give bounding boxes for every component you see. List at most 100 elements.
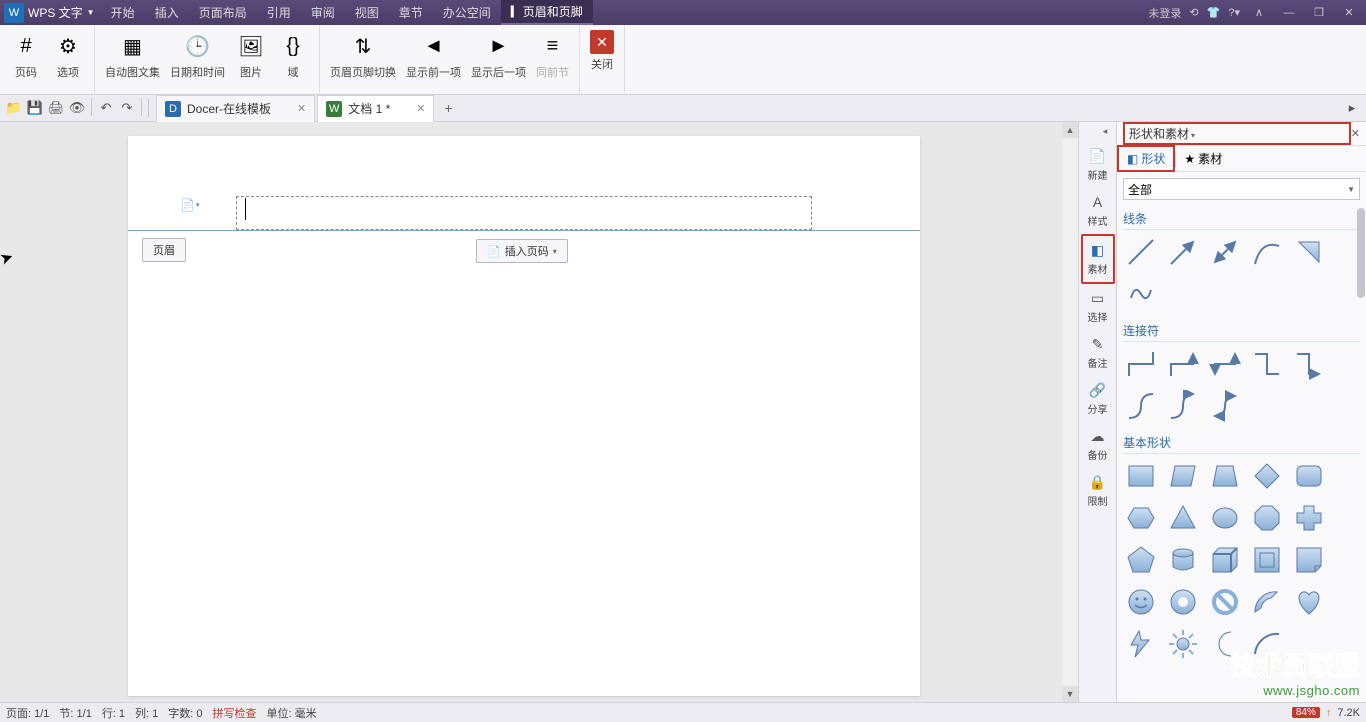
scrollbar-thumb[interactable] <box>1357 208 1365 298</box>
shape-pentagon[interactable] <box>1123 542 1159 578</box>
help-dropdown[interactable]: ?▾ <box>1228 6 1240 19</box>
menu-item-8[interactable]: ▎页眉和页脚 <box>501 0 593 25</box>
skin-icon[interactable]: 👕 <box>1207 6 1221 19</box>
menu-item-0[interactable]: 开始 <box>101 0 145 25</box>
tab-options-icon[interactable]: ▸ <box>1342 98 1362 118</box>
shape-scribble[interactable] <box>1123 276 1159 312</box>
ribbon-显示前一项[interactable]: ◄显示前一项 <box>402 28 465 82</box>
shape-folded[interactable] <box>1291 542 1327 578</box>
status-spellcheck[interactable]: 拼写检查 <box>213 705 257 721</box>
menu-item-1[interactable]: 插入 <box>145 0 189 25</box>
ribbon-页码[interactable]: #页码 <box>6 28 46 82</box>
status-word-count[interactable]: 字数: 0 <box>168 705 202 721</box>
shape-curved-double[interactable] <box>1207 388 1243 424</box>
rail-新建[interactable]: 📄新建 <box>1081 142 1115 188</box>
insert-page-number-button[interactable]: 📄插入页码 <box>476 239 568 263</box>
shape-elbow[interactable] <box>1123 346 1159 382</box>
login-status[interactable]: 未登录 <box>1148 5 1181 21</box>
shapes-tab-素材[interactable]: ★素材 <box>1176 147 1230 170</box>
shape-lightning[interactable] <box>1123 626 1159 662</box>
shapes-scrollbar[interactable] <box>1356 206 1366 702</box>
qa-button-5[interactable]: ↷ <box>117 98 137 118</box>
tab-close-icon[interactable]: ✕ <box>297 102 306 115</box>
shapes-tab-形状[interactable]: ◧形状 <box>1117 145 1175 172</box>
doc-tab-0[interactable]: DDocer-在线模板✕ <box>156 95 315 122</box>
zoom-percent[interactable]: 84% <box>1292 707 1320 718</box>
shape-elbow-arrow[interactable] <box>1165 346 1201 382</box>
header-options-icon[interactable]: 📄▾ <box>180 196 204 214</box>
shape-bevel[interactable] <box>1249 542 1285 578</box>
shape-elbow2-arrow[interactable] <box>1291 346 1327 382</box>
shape-heart[interactable] <box>1291 584 1327 620</box>
qa-button-4[interactable]: ↶ <box>96 98 116 118</box>
shape-cylinder[interactable] <box>1165 542 1201 578</box>
rail-限制[interactable]: 🔒限制 <box>1081 468 1115 514</box>
menu-item-2[interactable]: 页面布局 <box>189 0 257 25</box>
ribbon-选项[interactable]: ⚙选项 <box>48 28 88 82</box>
minimize-button[interactable]: ∧ <box>1248 6 1270 19</box>
vertical-scrollbar[interactable]: ▲ ▼ <box>1062 122 1078 702</box>
ribbon-域[interactable]: {}域 <box>273 28 313 82</box>
shape-round-rect[interactable] <box>1291 458 1327 494</box>
shape-cube[interactable] <box>1207 542 1243 578</box>
shape-smiley[interactable] <box>1123 584 1159 620</box>
shape-curved-arrow[interactable] <box>1165 388 1201 424</box>
shapes-panel-close-icon[interactable]: ✕ <box>1351 127 1360 140</box>
shape-rect[interactable] <box>1123 458 1159 494</box>
shape-arc-shape[interactable] <box>1249 584 1285 620</box>
shape-oval[interactable] <box>1207 500 1243 536</box>
qa-button-2[interactable]: 🖨 <box>46 98 66 118</box>
shape-hexagon[interactable] <box>1123 500 1159 536</box>
shape-trapezoid[interactable] <box>1207 458 1243 494</box>
rail-素材[interactable]: ◧素材 <box>1081 234 1115 284</box>
menu-item-6[interactable]: 章节 <box>389 0 433 25</box>
restore-down-button[interactable]: — <box>1278 7 1300 19</box>
app-menu-dropdown-icon[interactable]: ▼ <box>87 8 101 17</box>
sync-icon[interactable]: ⟲ <box>1189 6 1198 19</box>
shape-curved[interactable] <box>1123 388 1159 424</box>
shape-cross[interactable] <box>1291 500 1327 536</box>
scroll-down-icon[interactable]: ▼ <box>1062 686 1078 702</box>
ribbon-关闭[interactable]: ✕关闭 <box>586 28 618 74</box>
qa-button-0[interactable]: 📁 <box>4 98 24 118</box>
shape-no-symbol[interactable] <box>1207 584 1243 620</box>
shape-parallelogram[interactable] <box>1165 458 1201 494</box>
rail-备注[interactable]: ✎备注 <box>1081 330 1115 376</box>
shape-curve[interactable] <box>1249 234 1285 270</box>
header-region-label[interactable]: 页眉 <box>142 238 186 262</box>
new-tab-button[interactable]: + <box>436 100 460 116</box>
shape-diamond[interactable] <box>1249 458 1285 494</box>
scroll-up-icon[interactable]: ▲ <box>1062 122 1078 138</box>
menu-item-5[interactable]: 视图 <box>345 0 389 25</box>
shape-elbow-double[interactable] <box>1207 346 1243 382</box>
close-window-button[interactable]: ✕ <box>1338 6 1360 19</box>
doc-tab-1[interactable]: W文档 1 *✕ <box>317 95 434 122</box>
shape-triangle[interactable] <box>1165 500 1201 536</box>
ribbon-图片[interactable]: 🖼图片 <box>231 28 271 82</box>
header-edit-region[interactable] <box>236 196 812 230</box>
shape-arc[interactable] <box>1249 626 1285 662</box>
maximize-button[interactable]: ❐ <box>1308 6 1330 19</box>
ribbon-日期和时间[interactable]: 🕒日期和时间 <box>166 28 229 82</box>
ribbon-自动图文集[interactable]: ▦自动图文集 <box>101 28 164 82</box>
shape-donut[interactable] <box>1165 584 1201 620</box>
rail-样式[interactable]: A样式 <box>1081 188 1115 234</box>
qa-button-1[interactable]: 💾 <box>25 98 45 118</box>
menu-item-4[interactable]: 审阅 <box>301 0 345 25</box>
ribbon-页眉页脚切换[interactable]: ⇅页眉页脚切换 <box>326 28 400 82</box>
shape-line[interactable] <box>1123 234 1159 270</box>
shape-arrow[interactable] <box>1165 234 1201 270</box>
ribbon-显示后一项[interactable]: ►显示后一项 <box>467 28 530 82</box>
document-page[interactable]: 📄▾ 页眉 📄插入页码 <box>128 136 920 696</box>
rail-备份[interactable]: ☁备份 <box>1081 422 1115 468</box>
shape-octagon[interactable] <box>1249 500 1285 536</box>
shape-double-arrow[interactable] <box>1207 234 1243 270</box>
menu-item-3[interactable]: 引用 <box>257 0 301 25</box>
status-unit[interactable]: 单位: 毫米 <box>267 705 317 721</box>
status-section[interactable]: 节: 1/1 <box>59 705 91 721</box>
shape-freeform[interactable] <box>1291 234 1327 270</box>
rail-collapse-icon[interactable]: ◂ <box>1098 126 1112 140</box>
rail-选择[interactable]: ▭选择 <box>1081 284 1115 330</box>
qa-button-3[interactable]: 👁 <box>67 98 87 118</box>
status-page[interactable]: 页面: 1/1 <box>6 705 49 721</box>
